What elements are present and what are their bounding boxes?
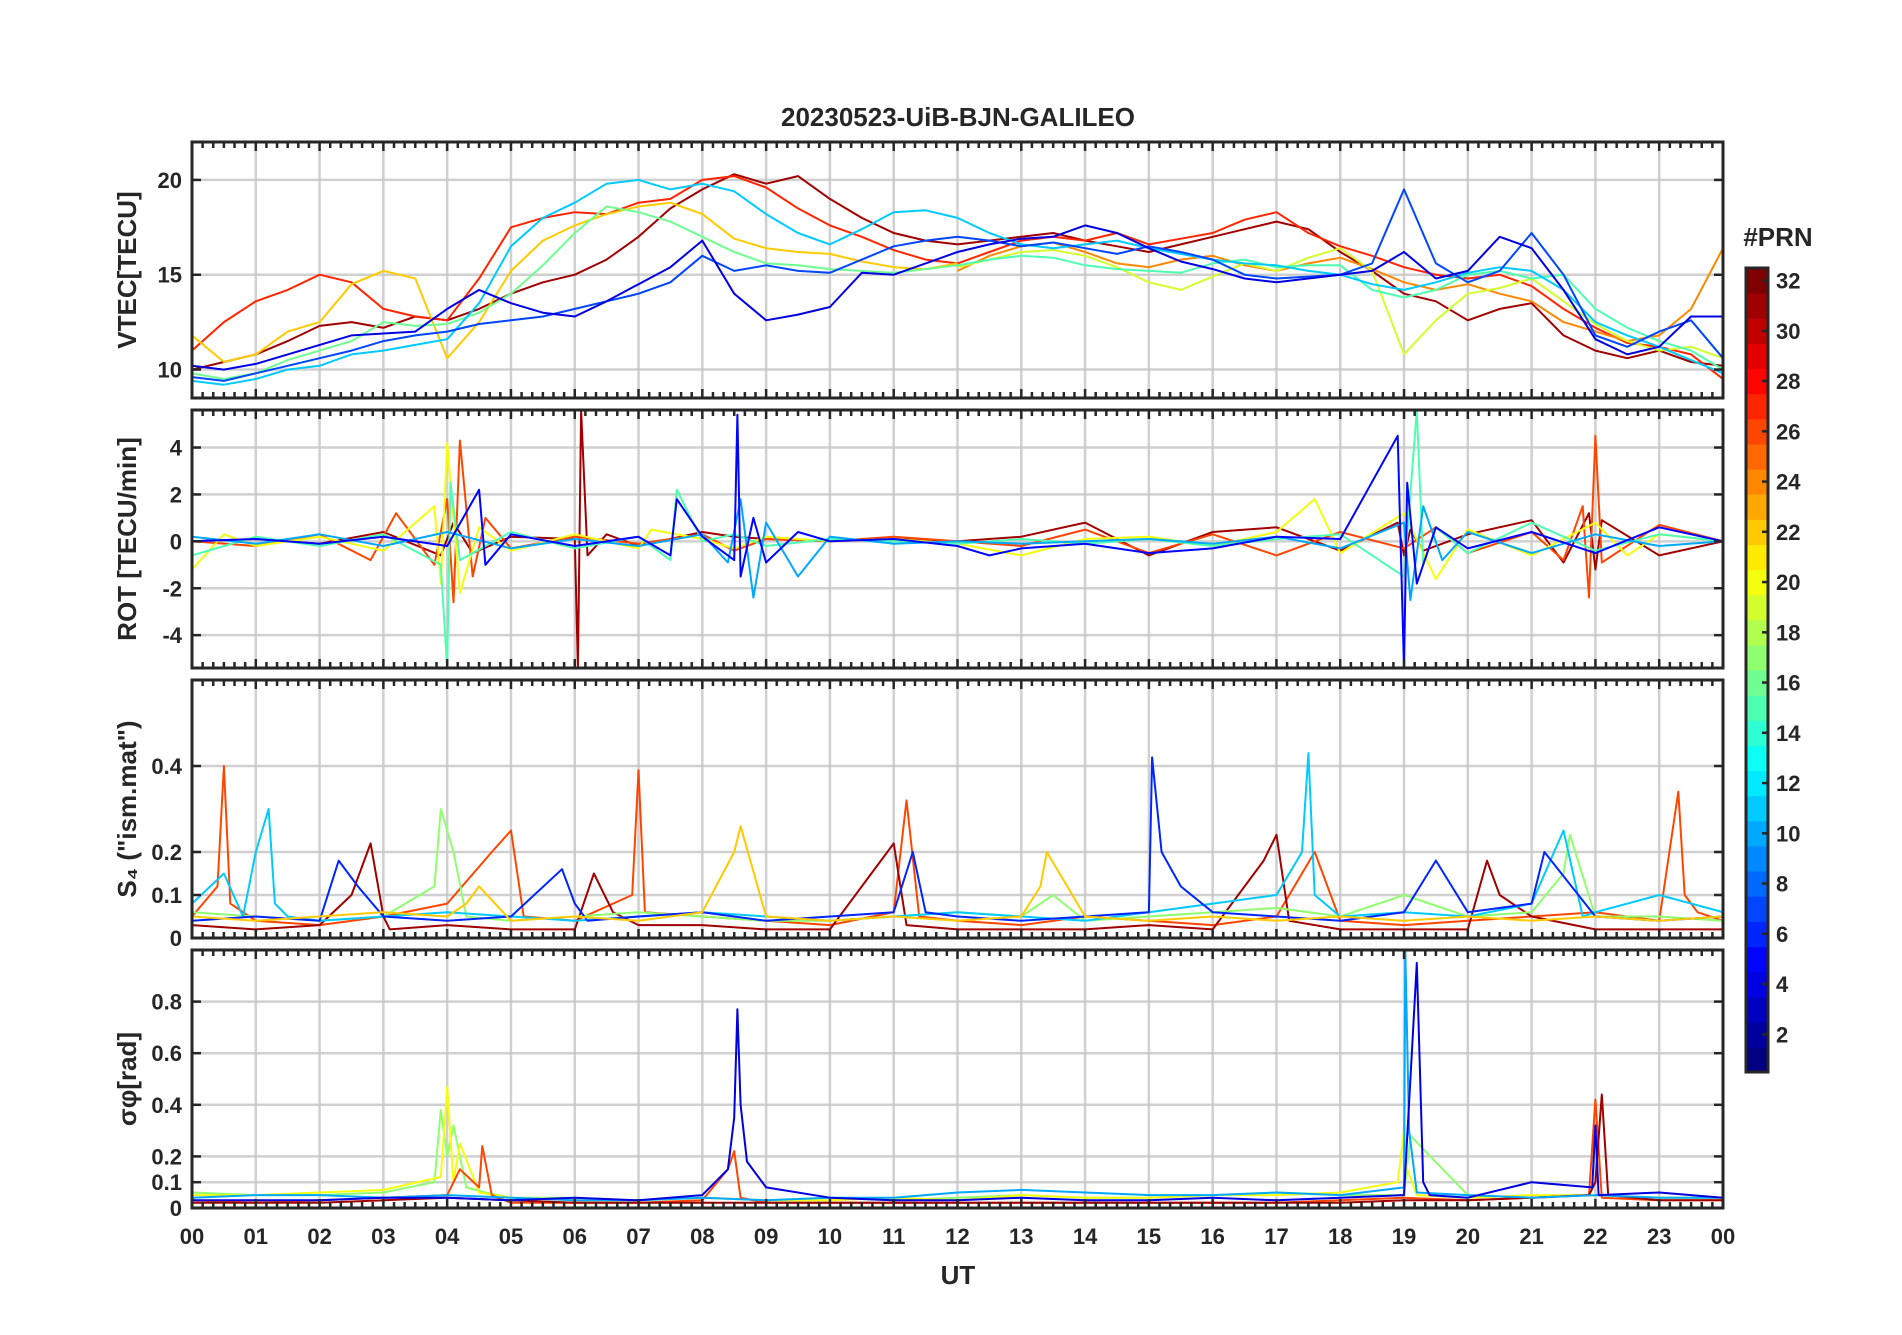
x-tick-label: 11 [882,1224,905,1249]
x-tick-label: 14 [1073,1224,1098,1249]
colorbar-tick-label: 30 [1776,319,1800,344]
colorbar-segment [1746,343,1768,370]
colorbar-tick-label: 8 [1776,872,1788,897]
x-tick-label: 19 [1392,1224,1416,1249]
x-tick-label: 20 [1456,1224,1480,1249]
x-tick-label: 18 [1328,1224,1352,1249]
colorbar-tick-label: 28 [1776,369,1800,394]
colorbar-tick-label: 24 [1776,470,1801,495]
y-tick-label: 0 [170,926,182,951]
x-tick-label: 01 [244,1224,268,1249]
y-tick-label: 0.2 [151,1144,182,1169]
colorbar-segment [1746,946,1768,973]
colorbar: 2468101214161820222426283032 [1744,266,1801,1074]
y-tick-label: 0.1 [151,883,182,908]
colorbar-segment [1746,896,1768,922]
colorbar-tick-label: 18 [1776,620,1800,645]
y-tick-label: 0.6 [151,1041,182,1066]
colorbar-tick-label: 14 [1776,721,1801,746]
x-tick-label: 23 [1647,1224,1671,1249]
y-tick-label: 0.8 [151,990,182,1015]
x-tick-label: 17 [1264,1224,1288,1249]
colorbar-segment [1746,544,1768,571]
y-tick-label: 0.4 [151,754,182,779]
x-tick-label: 09 [754,1224,778,1249]
chart-title: 20230523-UiB-BJN-GALILEO [781,102,1135,132]
colorbar-segment [1746,695,1768,721]
y-tick-label: 10 [158,358,182,383]
x-tick-label: 00 [1711,1224,1735,1249]
y-tick-label: -4 [162,623,182,648]
colorbar-tick-label: 6 [1776,922,1788,947]
y-tick-label: 0 [170,529,182,554]
panel-rot: -4 -2 0 2 4 ROT [TECU/min] [112,408,1725,670]
colorbar-segment [1746,795,1768,822]
colorbar-tick-label: 4 [1776,972,1789,997]
colorbar-segment [1746,996,1768,1023]
y-tick-label: 0 [170,1196,182,1221]
colorbar-tick-label: 2 [1776,1022,1788,1047]
x-tick-label: 15 [1137,1224,1161,1249]
colorbar-tick-label: 12 [1776,771,1800,796]
x-axis-label: UT [941,1260,976,1290]
x-tick-label: 16 [1200,1224,1224,1249]
y-axis-label: σφ[rad] [112,1032,142,1126]
x-tick-label: 06 [563,1224,587,1249]
chart-svg: 20230523-UiB-BJN-GALILEO UT #PRN 101520V… [112,102,1813,1290]
x-tick-label: 02 [307,1224,331,1249]
y-tick-label: 0.4 [151,1093,182,1118]
colorbar-segment [1746,745,1768,772]
y-tick-label: 0.2 [151,840,182,865]
y-tick-label: -2 [162,576,182,601]
panel-vtec: 10 15 20 VTEC[TECU] [112,140,1725,400]
y-tick-label: 4 [170,436,183,461]
colorbar-segment [1746,845,1768,872]
y-axis-label: VTEC[TECU] [112,191,142,348]
x-tick-label: 07 [626,1224,650,1249]
y-axis-label: S₄ ("ism.mat") [112,720,142,897]
x-tick-label: 22 [1583,1224,1607,1249]
x-tick-label: 05 [499,1224,523,1249]
colorbar-segment [1746,293,1768,319]
colorbar-segment [1746,1046,1768,1073]
colorbar-tick-label: 32 [1776,269,1800,294]
y-tick-label: 2 [170,482,182,507]
x-tick-label: 04 [435,1224,460,1249]
x-tick-label: 13 [1009,1224,1033,1249]
x-tick-label: 12 [945,1224,969,1249]
colorbar-segment [1746,644,1768,671]
colorbar-tick-label: 26 [1776,419,1800,444]
x-tick-label: 08 [690,1224,714,1249]
y-tick-label: 20 [158,168,182,193]
colorbar-tick-label: 16 [1776,671,1800,696]
colorbar-tick-label: 10 [1776,821,1800,846]
panel-sigphi: 00.10.2 0.4 0.6 0.8 σφ[rad] [112,948,1725,1221]
colorbar-segment [1746,443,1768,470]
figure: 20230523-UiB-BJN-GALILEO UT #PRN 10 15 20 V… [0,0,1902,1330]
colorbar-segment [1746,494,1768,520]
x-tick-label: 10 [818,1224,842,1249]
colorbar-tick-label: 20 [1776,570,1800,595]
y-tick-label: 15 [158,263,182,288]
colorbar-segment [1746,594,1768,621]
y-axis-label: ROT [TECU/min] [112,437,142,641]
panel-s4: 0 0.1 0.2 0.4 S₄ ("ism.mat") [112,678,1725,951]
y-tick-label: 0.1 [151,1170,182,1195]
colorbar-title: #PRN [1743,222,1812,252]
x-tick-label: 21 [1519,1224,1543,1249]
colorbar-segment [1746,393,1768,420]
x-tick-label: 00 [180,1224,204,1249]
x-tick-label: 03 [371,1224,395,1249]
colorbar-tick-label: 22 [1776,520,1800,545]
